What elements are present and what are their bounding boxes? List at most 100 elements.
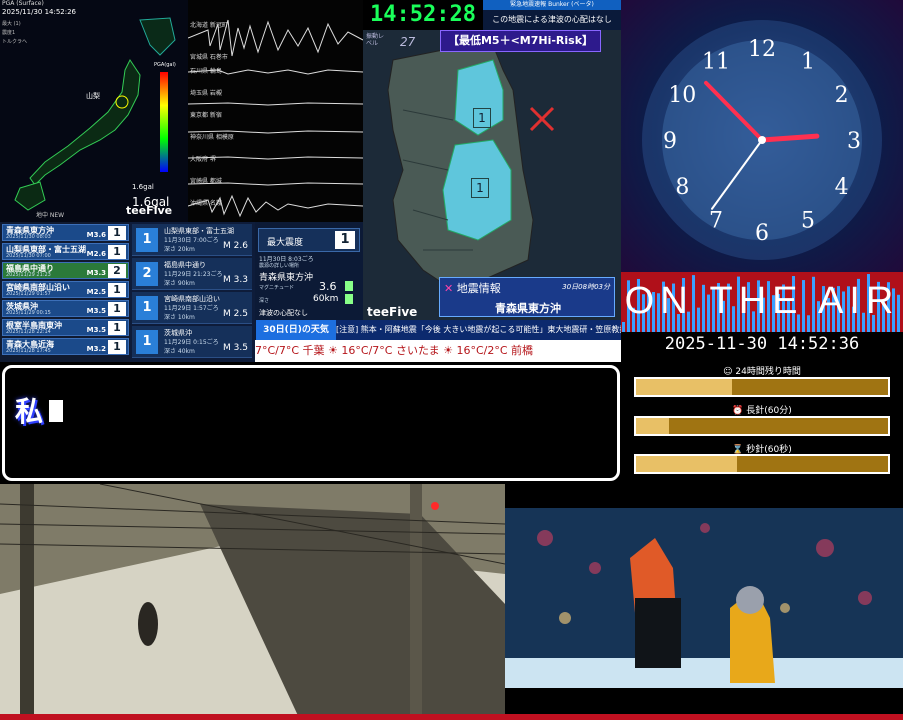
timer-panel: 2025-11-30 14:52:36 ☺ 24時間残り時間 ⏰ 長針(60分)… bbox=[621, 332, 903, 480]
clock-numeral: 9 bbox=[663, 129, 677, 154]
chat-text: 私 bbox=[15, 395, 44, 428]
depth-label: 深さ bbox=[259, 298, 270, 304]
clock-numeral: 10 bbox=[668, 83, 696, 108]
timer-bar-minute bbox=[634, 416, 890, 436]
eew-banner: 緊急地震速報 Bunker (ベータ) bbox=[483, 0, 621, 10]
quake-magnitude: M3.5 bbox=[86, 326, 106, 334]
timer-bar-24h bbox=[634, 377, 890, 397]
seis-station-7: 大阪府 堺 bbox=[190, 156, 216, 163]
quake-time: 2025/11/28 17:45 bbox=[6, 348, 51, 354]
weather-strip: 7°C/7°C 千葉 ☀ 16°C/7°C さいたま ☀ 16°C/2°C 前橋 bbox=[255, 340, 621, 362]
clock-numeral: 2 bbox=[835, 83, 849, 108]
animated-scene bbox=[505, 508, 903, 688]
chat-input-box[interactable]: 私 bbox=[2, 365, 620, 481]
text-cursor bbox=[49, 400, 63, 422]
quake-magnitude: M3.6 bbox=[86, 231, 106, 239]
quake-detail-row: 1 山梨県東部・富士五湖 11月30日 7:00ごろ 深さ 20km M 2.6 bbox=[132, 224, 252, 256]
pga-scale-bar bbox=[160, 72, 168, 172]
tsunami-line: この地震による津波の心配はなし bbox=[483, 10, 621, 30]
timer-label-minute: ⏰ 長針(60分) bbox=[732, 406, 792, 416]
pga-label: PGA(gal) bbox=[154, 62, 176, 68]
quake-time: 2025/11/30 08:03 bbox=[6, 234, 51, 240]
seismograph-panel: 北海道 新冠町 宮城県 石巻市 石川県 輪島 埼玉県 岩槻 東京都 新宿 神奈川… bbox=[188, 0, 363, 222]
quake-history-list: 青森県東方沖 2025/11/30 08:03 M3.6 1 山梨県東部・富士五湖 202… bbox=[0, 222, 130, 362]
clock-numeral: 5 bbox=[801, 209, 815, 234]
quake-intensity: 2 bbox=[108, 264, 126, 278]
timer-fill-24h bbox=[636, 379, 732, 395]
detail-depth: 深さ 20km bbox=[164, 246, 195, 253]
depth-indicator bbox=[345, 294, 353, 304]
quake-info-title: ✕ 地震情報 bbox=[444, 282, 501, 295]
quake-list-row: 茨城県沖 2025/11/29 00:15 M3.5 1 bbox=[2, 300, 129, 317]
seis-station-8: 宮崎県 都城 bbox=[190, 178, 222, 185]
max-region-head: 震源の詳しい場所 bbox=[259, 263, 300, 269]
clock-numeral: 1 bbox=[801, 49, 815, 74]
max-intensity-label: 最大震度 bbox=[267, 238, 304, 248]
quake-info-time: 30日08時03分 bbox=[562, 283, 610, 291]
depth-value: 60km bbox=[313, 294, 339, 304]
svg-text:山梨: 山梨 bbox=[86, 91, 100, 100]
quake-time: 2025/11/29 01:57 bbox=[6, 291, 51, 297]
max-intensity-value: 1 bbox=[335, 231, 355, 249]
quake-magnitude: M3.3 bbox=[86, 269, 106, 277]
detail-time: 11月29日 1:57ごろ bbox=[164, 305, 219, 312]
shindo-level: 振動レベル 27 bbox=[366, 33, 416, 49]
quake-intensity: 1 bbox=[108, 321, 126, 335]
clock-numeral: 4 bbox=[835, 175, 849, 200]
detail-magnitude: M 3.5 bbox=[223, 343, 248, 353]
seismic-map-panel: PGA (Surface) 2025/11/30 14:52:26 最大 (1)… bbox=[0, 0, 188, 222]
seis-station-1: 北海道 新冠町 bbox=[190, 22, 228, 29]
quake-magnitude: M3.2 bbox=[86, 345, 106, 353]
map-footer: 地中 NEW bbox=[36, 212, 65, 219]
pref-intensity-aomori: 1 bbox=[473, 108, 491, 128]
quake-detail-row: 2 福島県中通り 11月29日 21:23ごろ 深さ 90km M 3.3 bbox=[132, 258, 252, 290]
news-ticker: [注意] 熊本・阿蘇地震「今後 大きい地震が起こる可能性」東大地震研・笠原教授 bbox=[336, 320, 621, 340]
weather-ticker-head: 30日(日)の天気 bbox=[256, 320, 336, 340]
quake-magnitude: M2.5 bbox=[86, 288, 106, 296]
pref-intensity-iwate: 1 bbox=[471, 178, 489, 198]
quake-info-region: 青森県東方沖 bbox=[495, 302, 561, 315]
mag-indicator bbox=[345, 281, 353, 291]
peak-small: 1.6gal bbox=[132, 183, 154, 191]
seis-station-3: 石川県 輪島 bbox=[190, 68, 222, 75]
mag-label: マグニチュード bbox=[259, 285, 295, 291]
quake-intensity: 1 bbox=[108, 226, 126, 240]
clock-numeral: 3 bbox=[847, 129, 861, 154]
max-intensity-header: 最大震度 1 bbox=[258, 228, 360, 252]
clock-numeral: 7 bbox=[709, 209, 723, 234]
quake-detail-row: 1 茨城県沖 11月29日 0:15ごろ 深さ 40km M 3.5 bbox=[132, 326, 252, 358]
clock-numeral: 6 bbox=[755, 221, 769, 246]
detail-intensity: 1 bbox=[136, 330, 158, 354]
quake-intensity: 1 bbox=[108, 302, 126, 316]
quake-intensity: 1 bbox=[108, 283, 126, 297]
quake-detail-row: 1 宮崎県南部山沿い 11月29日 1:57ごろ 深さ 10km M 2.5 bbox=[132, 292, 252, 324]
seis-station-4: 埼玉県 岩槻 bbox=[190, 90, 222, 97]
quake-magnitude: M2.6 bbox=[86, 250, 106, 258]
timer-fill-minute bbox=[636, 418, 669, 434]
timer-bar-second bbox=[634, 454, 890, 474]
on-air-panel: ON THE AIR bbox=[621, 272, 903, 332]
x-icon: ✕ bbox=[444, 282, 454, 295]
seis-station-6: 神奈川県 相模原 bbox=[190, 134, 234, 141]
seis-station-9: 沖縄県 名護 bbox=[190, 200, 222, 207]
timer-label-24h: ☺ 24時間残り時間 bbox=[723, 367, 801, 377]
max-region: 青森県東方沖 bbox=[259, 273, 314, 283]
detail-depth: 深さ 40km bbox=[164, 348, 195, 355]
digital-clock: 14:52:28 bbox=[363, 0, 483, 30]
detail-intensity: 2 bbox=[136, 262, 158, 286]
quake-list-row: 宮崎県南部山沿い 2025/11/29 01:57 M2.5 1 bbox=[2, 281, 129, 298]
timer-fill-second bbox=[636, 456, 737, 472]
detail-time: 11月29日 21:23ごろ bbox=[164, 271, 223, 278]
detail-magnitude: M 2.5 bbox=[223, 309, 248, 319]
quake-list-row: 福島県中通り 2025/11/29 21:23 M3.3 2 bbox=[2, 262, 129, 279]
quake-time: 2025/11/29 00:15 bbox=[6, 310, 51, 316]
brand-logo: teeFive bbox=[126, 204, 173, 217]
clock-numeral: 12 bbox=[748, 37, 776, 62]
tohoku-brand: teeFive bbox=[367, 305, 418, 319]
datetime-readout: 2025-11-30 14:52:36 bbox=[664, 334, 860, 354]
quake-time: 2025/11/29 21:23 bbox=[6, 272, 51, 278]
quake-list-row: 山梨県東部・富士五湖 2025/11/30 07:00 M2.6 1 bbox=[2, 243, 129, 260]
analog-clock-panel: 12 1 2 3 4 5 6 7 8 9 10 11 bbox=[621, 0, 903, 272]
mag-value: 3.6 bbox=[319, 280, 337, 293]
detail-intensity: 1 bbox=[136, 296, 158, 320]
